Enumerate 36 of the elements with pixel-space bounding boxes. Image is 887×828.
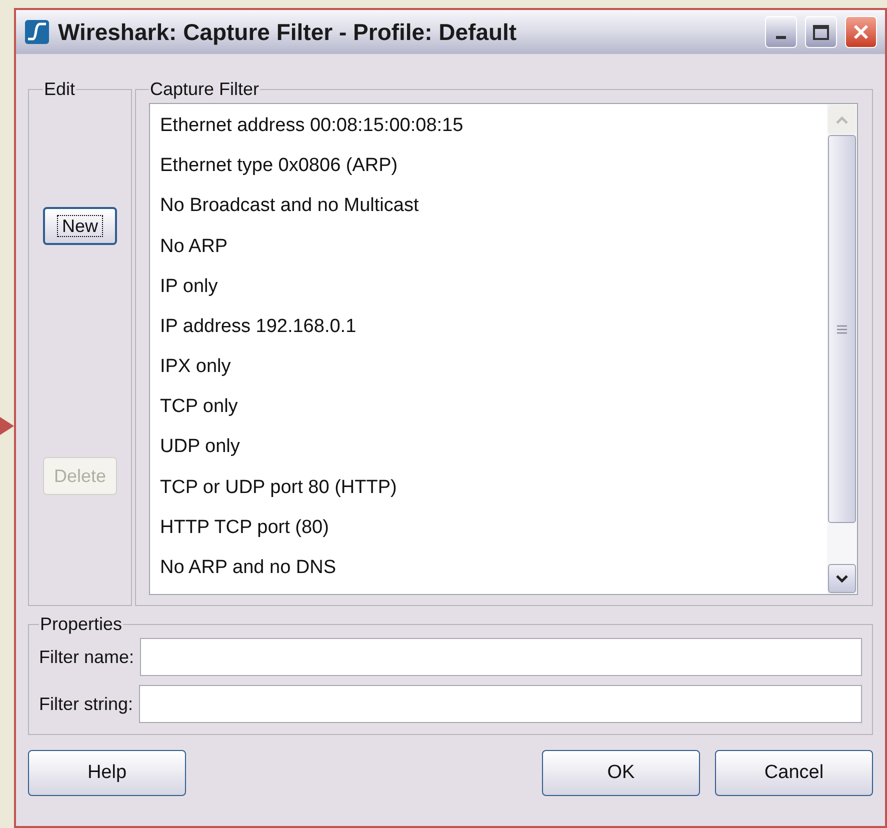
field-label: Filter string:	[39, 692, 134, 716]
list-item[interactable]: No ARP and no DNS	[158, 554, 338, 582]
group-title: Capture Filter	[149, 78, 260, 101]
list-item[interactable]: Ethernet address 00:08:15:00:08:15	[158, 112, 466, 140]
grip-icon	[837, 324, 847, 334]
field-label: Filter name:	[39, 646, 134, 668]
dialog-button[interactable]: Help	[28, 750, 186, 796]
list-item[interactable]: IP address 192.168.0.1	[158, 312, 358, 342]
close-button[interactable]	[845, 16, 877, 48]
new-button[interactable]: New	[43, 207, 117, 245]
list-item[interactable]: TCP or UDP port 80 (HTTP)	[158, 474, 399, 502]
list-item[interactable]: No ARP	[158, 232, 230, 262]
dialog-button[interactable]: Cancel	[715, 750, 873, 796]
list-item[interactable]: IP only	[158, 272, 220, 302]
list-item[interactable]: HTTP TCP port (80)	[158, 514, 331, 542]
list-item[interactable]: No Broadcast and no Multicast	[158, 192, 421, 221]
close-icon	[852, 23, 870, 41]
chevron-up-icon	[835, 114, 849, 124]
window-title: Wireshark: Capture Filter - Profile: Default	[58, 18, 518, 47]
list-item[interactable]: TCP only	[158, 393, 240, 422]
scrollbar[interactable]	[827, 104, 857, 594]
scroll-up-button[interactable]	[828, 105, 856, 134]
list-item[interactable]: UDP only	[158, 433, 242, 462]
chevron-down-icon	[835, 574, 849, 584]
group-title: Edit	[43, 78, 76, 101]
scroll-thumb[interactable]	[828, 135, 856, 523]
dialog-button[interactable]: OK	[542, 750, 700, 796]
input-field[interactable]	[140, 638, 862, 676]
input-field[interactable]	[139, 685, 862, 723]
maximize-button[interactable]	[805, 16, 837, 48]
list-item[interactable]: Ethernet type 0x0806 (ARP)	[158, 152, 400, 181]
list-item[interactable]: IPX only	[158, 353, 233, 382]
minimize-button[interactable]	[765, 16, 797, 48]
scroll-down-button[interactable]	[828, 564, 856, 593]
group-title: Properties	[39, 613, 124, 636]
app-icon	[24, 19, 50, 45]
